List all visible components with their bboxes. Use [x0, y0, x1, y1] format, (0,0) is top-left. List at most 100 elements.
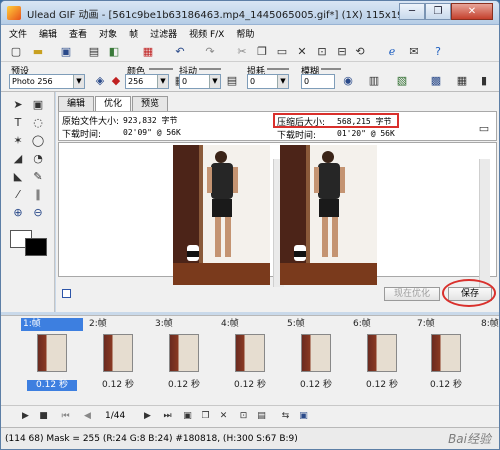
line-tool-icon[interactable]: ∥: [31, 188, 45, 202]
save-frames-icon[interactable]: ▣: [297, 410, 310, 423]
frame-item[interactable]: 2:帧 0.12 秒: [87, 318, 149, 404]
palette-editor-icon[interactable]: ▩: [429, 74, 443, 88]
cut-icon[interactable]: ✂: [235, 45, 249, 59]
email-icon[interactable]: ✉: [407, 45, 421, 59]
dither-slider[interactable]: [199, 68, 221, 70]
eraser-icon[interactable]: ◢: [11, 152, 25, 166]
frame-delay[interactable]: 0.12 秒: [225, 380, 275, 391]
bar-chart-icon[interactable]: ▮: [477, 74, 491, 88]
frame-item[interactable]: 1:帧 0.12 秒: [21, 318, 83, 404]
delete-preset-icon[interactable]: ◆: [109, 74, 123, 88]
menu-help[interactable]: 帮助: [236, 27, 254, 40]
optimize-wizard-icon[interactable]: ◉: [341, 74, 355, 88]
add-frame-icon[interactable]: ▣: [181, 410, 194, 423]
frame-thumbnail: [301, 334, 331, 372]
frame-item[interactable]: 7:帧 0.12 秒: [415, 318, 477, 404]
dither-field[interactable]: 0 ▼: [179, 74, 221, 89]
frame-label: 1:帧: [21, 318, 83, 331]
eyedropper-icon[interactable]: ⁄: [11, 188, 25, 202]
redo-icon[interactable]: ↷: [203, 45, 217, 59]
frame-delay[interactable]: 0.12 秒: [291, 380, 341, 391]
background-color-swatch[interactable]: [25, 238, 47, 256]
pick-tool-icon[interactable]: ➤: [11, 98, 25, 112]
preset-select[interactable]: Photo 256 ▼: [9, 74, 85, 89]
paint-bucket-icon[interactable]: ◣: [11, 170, 25, 184]
shape-tool-icon[interactable]: ◯: [31, 134, 45, 148]
rotate-icon[interactable]: ⟲: [353, 45, 367, 59]
frame-item[interactable]: 4:帧 0.12 秒: [219, 318, 281, 404]
close-button[interactable]: ✕: [451, 3, 493, 20]
loss-slider[interactable]: [267, 68, 289, 70]
resize-icon[interactable]: ⊡: [315, 45, 329, 59]
menu-edit[interactable]: 编辑: [39, 27, 57, 40]
frame-optimize-icon[interactable]: ▧: [395, 74, 409, 88]
frame-properties-icon[interactable]: ▤: [255, 410, 268, 423]
frame-item[interactable]: 5:帧 0.12 秒: [285, 318, 347, 404]
dither-option-icon[interactable]: ▤: [225, 74, 239, 88]
tab-optimize[interactable]: 优化: [95, 96, 132, 111]
import-menu-icon[interactable]: ▦: [141, 45, 155, 59]
table-icon[interactable]: ▦: [455, 74, 469, 88]
undo-icon[interactable]: ↶: [173, 45, 187, 59]
tab-edit[interactable]: 编辑: [58, 96, 95, 111]
help-icon[interactable]: ?: [431, 45, 445, 59]
play-icon[interactable]: ▶: [19, 410, 32, 423]
optimize-now-button[interactable]: 现在优化: [384, 287, 440, 301]
marquee-tool-icon[interactable]: ▣: [31, 98, 45, 112]
magic-wand-icon[interactable]: ✶: [11, 134, 25, 148]
print-icon[interactable]: ▤: [87, 45, 101, 59]
crop-icon[interactable]: ⊟: [335, 45, 349, 59]
restore-button[interactable]: ❐: [425, 3, 451, 20]
next-frame-icon[interactable]: ▶: [141, 410, 154, 423]
menu-object[interactable]: 对象: [99, 27, 117, 40]
frame-item[interactable]: 3:帧 0.12 秒: [153, 318, 215, 404]
paste-icon[interactable]: ▭: [275, 45, 289, 59]
zoom-out-icon[interactable]: ⊖: [31, 206, 45, 220]
blur-field[interactable]: 0: [301, 74, 335, 89]
clone-tool-icon[interactable]: ◔: [31, 152, 45, 166]
frame-delay[interactable]: 0.12 秒: [159, 380, 209, 391]
text-tool-icon[interactable]: T: [11, 116, 25, 130]
browser-preview-icon[interactable]: ℯ: [385, 45, 399, 59]
menu-video-fx[interactable]: 视频 F/X: [189, 27, 224, 40]
import-icon[interactable]: ◧: [107, 45, 121, 59]
lasso-tool-icon[interactable]: ◌: [31, 116, 45, 130]
loss-field[interactable]: 0 ▼: [247, 74, 289, 89]
blur-slider[interactable]: [321, 68, 341, 70]
first-frame-icon[interactable]: ⏮: [59, 410, 72, 423]
frame-panel: 1:帧 0.12 秒 2:帧 0.12 秒 3:帧 0.12 秒 4:帧 0.1…: [1, 315, 499, 405]
color-slider[interactable]: [149, 68, 173, 70]
tween-icon[interactable]: ⊡: [237, 410, 250, 423]
previous-frame-icon[interactable]: ◀: [81, 410, 94, 423]
save-preset-icon[interactable]: ◈: [93, 74, 107, 88]
brush-icon[interactable]: ✎: [31, 170, 45, 184]
frame-delay[interactable]: 0.12 秒: [421, 380, 471, 391]
last-frame-icon[interactable]: ⏭: [161, 410, 174, 423]
preview-toggle-checkbox[interactable]: [62, 289, 71, 298]
optimized-scrollbar[interactable]: [479, 159, 490, 287]
duplicate-frame-icon[interactable]: ❐: [199, 410, 212, 423]
lock-icon[interactable]: ▥: [367, 74, 381, 88]
frame-delay[interactable]: 0.12 秒: [357, 380, 407, 391]
frame-delay[interactable]: 0.12 秒: [93, 380, 143, 391]
frame-delay[interactable]: 0.12 秒: [27, 380, 77, 391]
frame-label: 3:帧: [155, 319, 173, 329]
menu-frame[interactable]: 帧: [129, 27, 138, 40]
delete-icon[interactable]: ✕: [295, 45, 309, 59]
delete-frame-icon[interactable]: ✕: [217, 410, 230, 423]
menu-view[interactable]: 查看: [69, 27, 87, 40]
zoom-in-icon[interactable]: ⊕: [11, 206, 25, 220]
minimize-button[interactable]: ─: [399, 3, 425, 20]
reverse-icon[interactable]: ⇆: [279, 410, 292, 423]
stop-icon[interactable]: ■: [37, 410, 50, 423]
menu-filter[interactable]: 过滤器: [150, 27, 177, 40]
save-icon[interactable]: ▣: [59, 45, 73, 59]
frame-item[interactable]: 6:帧 0.12 秒: [351, 318, 413, 404]
menu-file[interactable]: 文件: [9, 27, 27, 40]
copy-icon[interactable]: ❐: [255, 45, 269, 59]
tab-preview[interactable]: 预览: [132, 96, 169, 111]
color-select[interactable]: 256 ▼: [125, 74, 169, 89]
frame-item[interactable]: 8:帧: [479, 318, 499, 404]
open-icon[interactable]: ▬: [31, 45, 45, 59]
new-icon[interactable]: ▢: [9, 45, 23, 59]
